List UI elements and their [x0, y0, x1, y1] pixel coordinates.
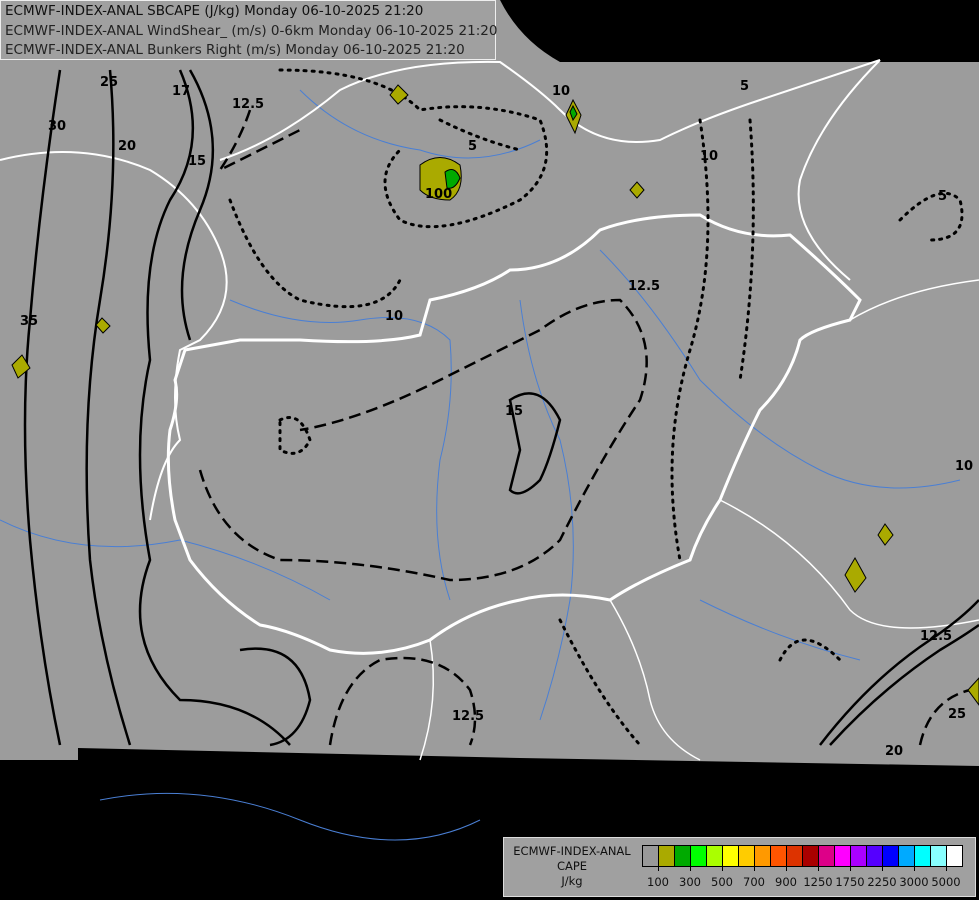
contour-label: 5 [938, 189, 947, 204]
color-bar-tick-label: 3000 [899, 875, 929, 889]
contour-label: 20 [885, 744, 903, 759]
color-bar [642, 845, 963, 867]
color-bar-cell [771, 846, 787, 866]
contour-label: 5 [740, 79, 749, 94]
color-bar-cell [851, 846, 867, 866]
cape-legend: ECMWF-INDEX-ANAL CAPE J/kg 100 300 500 700 9… [503, 837, 976, 897]
title-sbcape: ECMWF-INDEX-ANAL SBCAPE (J/kg) Monday 06… [5, 3, 424, 19]
contour-label: 25 [948, 707, 966, 722]
contour-label: 12.5 [628, 279, 660, 294]
color-bar-ticks: 100 300 500 700 900 1250 1750 2250 3000 5000 [642, 867, 964, 891]
color-bar-tick [658, 867, 659, 871]
legend-title: ECMWF-INDEX-ANAL CAPE J/kg [508, 844, 636, 889]
color-bar-cell [819, 846, 835, 866]
contour-label: 12.5 [232, 97, 264, 112]
contour-label: 35 [20, 314, 38, 329]
map-title-box: ECMWF-INDEX-ANAL SBCAPE (J/kg) Monday 06… [0, 0, 498, 60]
title-windshear: ECMWF-INDEX-ANAL WindShear_ (m/s) 0-6km … [5, 22, 498, 39]
contour-label: 5 [468, 139, 477, 154]
color-bar-cell [755, 846, 771, 866]
color-bar-tick-label: 900 [775, 875, 797, 889]
color-bar-cell [867, 846, 883, 866]
title-bunkers: ECMWF-INDEX-ANAL Bunkers Right (m/s) Mon… [5, 42, 465, 58]
legend-title-line: J/kg [561, 874, 583, 888]
color-bar-tick [754, 867, 755, 871]
contour-label: 12.5 [920, 629, 952, 644]
color-bar-cell [787, 846, 803, 866]
contour-label: 12.5 [452, 709, 484, 724]
color-bar-tick [946, 867, 947, 871]
contour-label: 10 [700, 149, 718, 164]
color-bar-cell [659, 846, 675, 866]
color-bar-cell [675, 846, 691, 866]
legend-title-line: CAPE [556, 859, 588, 873]
color-bar-tick [722, 867, 723, 871]
color-bar-cell [835, 846, 851, 866]
color-bar-cell [947, 846, 962, 866]
color-bar-cell [915, 846, 931, 866]
color-bar-tick [914, 867, 915, 871]
contour-label: 15 [505, 404, 523, 419]
color-bar-cell [707, 846, 723, 866]
color-bar-tick-label: 100 [647, 875, 669, 889]
color-bar-tick [818, 867, 819, 871]
color-bar-tick-label: 5000 [931, 875, 961, 889]
color-bar-cell [883, 846, 899, 866]
color-bar-tick-label: 1750 [835, 875, 865, 889]
color-bar-tick-label: 700 [743, 875, 765, 889]
color-bar-tick-label: 500 [711, 875, 733, 889]
contour-label: 20 [118, 139, 136, 154]
color-bar-cell [723, 846, 739, 866]
color-bar-tick-label: 2250 [867, 875, 897, 889]
color-bar-cell [803, 846, 819, 866]
color-bar-cell [899, 846, 915, 866]
contour-label: 10 [552, 84, 570, 99]
contour-label: 10 [385, 309, 403, 324]
color-bar-cell [739, 846, 755, 866]
color-bar-tick [690, 867, 691, 871]
color-bar-cell [691, 846, 707, 866]
contour-label: 10 [955, 459, 973, 474]
contour-label: 30 [48, 119, 66, 134]
color-bar-tick [850, 867, 851, 871]
contour-label: 17 [172, 84, 190, 99]
contour-label: 100 [425, 187, 452, 202]
weather-map: 25 30 20 17 15 35 20 25 12.5 5 10 5 10 1… [0, 0, 979, 900]
color-bar-cell [931, 846, 947, 866]
color-bar-tick [786, 867, 787, 871]
color-bar-tick-label: 1250 [803, 875, 833, 889]
color-bar-tick [882, 867, 883, 871]
color-bar-cell [643, 846, 659, 866]
contour-label: 15 [188, 154, 206, 169]
legend-title-line: ECMWF-INDEX-ANAL [513, 844, 631, 858]
contour-label: 25 [100, 75, 118, 90]
color-bar-tick-label: 300 [679, 875, 701, 889]
